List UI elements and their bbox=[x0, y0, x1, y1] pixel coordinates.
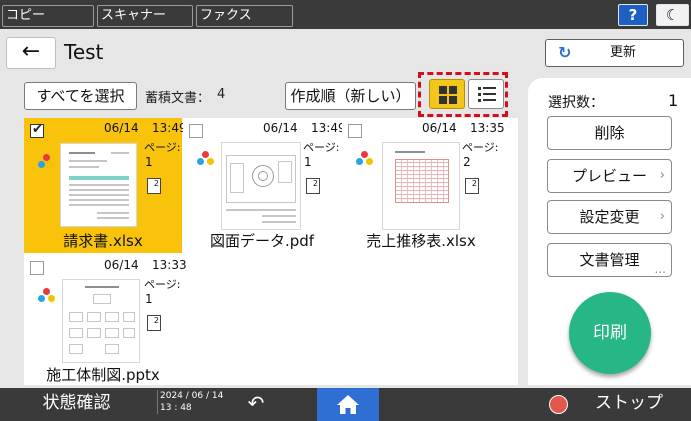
refresh-icon: ↻ bbox=[558, 43, 572, 62]
copy-app-tab[interactable]: コピー bbox=[2, 5, 94, 27]
document-time: 13:35 bbox=[470, 121, 505, 135]
page-count: 2 bbox=[463, 155, 471, 169]
document-card-drawing[interactable]: 06/14 13:49 ページ: 1 2 図面データ.pdf bbox=[183, 118, 346, 253]
selected-count: 1 bbox=[668, 91, 679, 110]
document-date: 06/14 bbox=[104, 258, 139, 272]
document-checkbox[interactable]: ✔ bbox=[30, 122, 44, 138]
document-grid: ✔ 06/14 13:49 ページ: 1 2 請求書.xlsx 06/14 13… bbox=[24, 118, 518, 385]
top-app-bar: コピー スキャナー ファクス ? ☾ bbox=[0, 0, 691, 29]
print-button[interactable]: 印刷 bbox=[569, 292, 651, 374]
document-time: 13:33 bbox=[152, 258, 187, 272]
color-mode-icon bbox=[356, 151, 374, 167]
duplex-icon: 2 bbox=[147, 315, 161, 331]
delete-button[interactable]: 削除 bbox=[547, 116, 672, 150]
document-checkbox[interactable] bbox=[30, 261, 44, 275]
page-count-label: ページ: bbox=[144, 141, 181, 154]
preview-button[interactable]: プレビュー › bbox=[547, 159, 672, 193]
grid-view-button[interactable] bbox=[429, 79, 465, 109]
document-date: 06/14 bbox=[104, 121, 139, 135]
document-thumbnail bbox=[60, 143, 137, 227]
night-mode-button[interactable]: ☾ bbox=[656, 4, 689, 26]
color-mode-icon bbox=[38, 154, 56, 170]
clock: 2024 / 06 / 14 13 : 48 bbox=[157, 390, 223, 414]
change-settings-button[interactable]: 設定変更 › bbox=[547, 200, 672, 234]
color-mode-icon bbox=[197, 151, 215, 167]
refresh-label: 更新 bbox=[610, 45, 637, 60]
page-count-label: ページ: bbox=[462, 141, 499, 154]
undo-button[interactable]: ↶ bbox=[236, 388, 276, 421]
home-icon bbox=[337, 395, 359, 414]
document-time: 13:49 bbox=[152, 121, 187, 135]
document-card-sales[interactable]: 06/14 13:35 ページ: 2 2 売上推移表.xlsx bbox=[342, 118, 505, 253]
delete-label: 削除 bbox=[594, 124, 625, 142]
document-checkbox[interactable] bbox=[348, 124, 362, 138]
document-name: 請求書.xlsx bbox=[63, 232, 143, 250]
duplex-icon: 2 bbox=[147, 178, 161, 194]
stop-button[interactable]: ストップ bbox=[535, 388, 691, 421]
chevron-right-icon: › bbox=[659, 209, 665, 224]
clock-time: 13 : 48 bbox=[160, 403, 192, 413]
page-title: Test bbox=[64, 40, 104, 64]
refresh-button[interactable]: ↻ 更新 bbox=[545, 39, 684, 67]
page-count: 1 bbox=[145, 292, 153, 306]
document-thumbnail bbox=[382, 142, 460, 230]
list-view-icon bbox=[478, 87, 496, 103]
page-count: 1 bbox=[304, 155, 312, 169]
grid-view-icon bbox=[439, 86, 457, 104]
duplex-icon: 2 bbox=[465, 178, 479, 194]
back-button[interactable]: ← bbox=[6, 37, 56, 69]
clock-date: 2024 / 06 / 14 bbox=[160, 391, 224, 401]
more-dots-icon: ... bbox=[654, 262, 666, 276]
chevron-right-icon: › bbox=[659, 168, 665, 183]
system-bar: 状態確認 2024 / 06 / 14 13 : 48 ↶ ストップ bbox=[0, 388, 691, 421]
document-thumbnail bbox=[62, 279, 140, 363]
undo-icon: ↶ bbox=[247, 391, 265, 415]
color-mode-icon bbox=[38, 288, 56, 304]
document-management-button[interactable]: 文書管理 ... bbox=[547, 243, 672, 277]
select-all-button[interactable]: すべてを選択 bbox=[24, 82, 137, 110]
checkmark-icon: ✔ bbox=[32, 122, 43, 137]
document-date: 06/14 bbox=[422, 121, 457, 135]
document-thumbnail bbox=[221, 142, 301, 230]
document-name: 図面データ.pdf bbox=[209, 232, 315, 250]
page-count: 1 bbox=[145, 155, 153, 169]
back-arrow-icon: ← bbox=[21, 39, 41, 64]
duplex-icon: 2 bbox=[306, 178, 320, 194]
change-settings-label: 設定変更 bbox=[579, 208, 640, 226]
document-name: 施工体制図.pptx bbox=[46, 366, 160, 384]
document-management-label: 文書管理 bbox=[579, 251, 640, 269]
document-time: 13:49 bbox=[311, 121, 346, 135]
document-name: 売上推移表.xlsx bbox=[366, 232, 476, 250]
scanner-app-tab[interactable]: スキャナー bbox=[97, 5, 193, 27]
stored-docs-label: 蓄積文書： bbox=[145, 91, 211, 106]
list-view-button[interactable] bbox=[468, 79, 504, 109]
help-button[interactable]: ? bbox=[618, 4, 648, 26]
action-panel: 選択数： 1 削除 プレビュー › 設定変更 › 文書管理 ... 印刷 bbox=[528, 78, 691, 385]
page-count-label: ページ: bbox=[303, 141, 340, 154]
stop-label: ストップ bbox=[595, 393, 663, 413]
selected-count-label: 選択数： bbox=[548, 95, 604, 111]
home-button[interactable] bbox=[317, 388, 379, 421]
status-check-button[interactable]: 状態確認 bbox=[0, 388, 153, 421]
fax-app-tab[interactable]: ファクス bbox=[196, 5, 293, 27]
document-card-invoice[interactable]: ✔ 06/14 13:49 ページ: 1 2 請求書.xlsx bbox=[24, 118, 187, 253]
preview-label: プレビュー bbox=[571, 167, 647, 185]
stored-docs-count: 4 bbox=[217, 87, 226, 102]
stop-icon bbox=[549, 395, 568, 414]
document-date: 06/14 bbox=[263, 121, 298, 135]
page-count-label: ページ: bbox=[144, 278, 181, 291]
document-checkbox[interactable] bbox=[189, 124, 203, 138]
sort-order-button[interactable]: 作成順（新しい） bbox=[285, 82, 416, 110]
document-card-structure[interactable]: 06/14 13:33 ページ: 1 2 施工体制図.pptx bbox=[24, 255, 187, 385]
